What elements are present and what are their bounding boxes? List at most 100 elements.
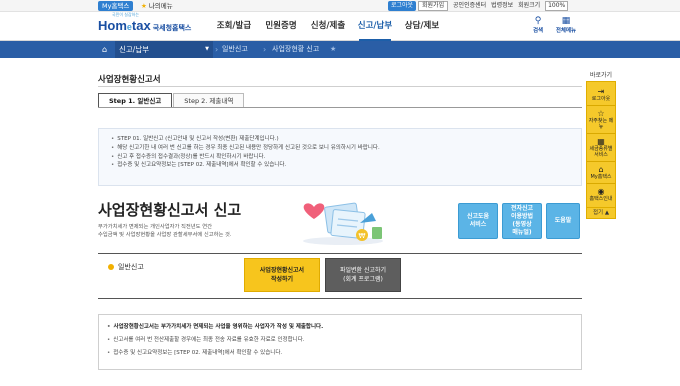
note-item: 접수증 및 신고요약정보는 [STEP 02. 제출내역]에서 확인할 수 있습… (107, 347, 573, 360)
file-convert-label-1: 파일변환 신고하기 (339, 267, 387, 274)
quick-frequent-menu[interactable]: ☆ 자주찾는 메뉴 (587, 106, 615, 134)
video-manual-button[interactable]: 전자신고 이용방법 (동영상 매뉴얼) (502, 203, 542, 239)
file-convert-report-button[interactable]: 파일변환 신고하기 (회계 프로그램) (325, 258, 401, 292)
logo-slogan: 국민이 실감하는 (112, 12, 140, 17)
breadcrumb-main-select[interactable]: 신고/납부 ▼ (115, 41, 213, 58)
signup-button[interactable]: 회원가입 (418, 1, 449, 11)
write-report-button[interactable]: 사업장현황신고서작성하기 (244, 258, 320, 292)
title-divider (98, 86, 582, 87)
nav-civil-cert[interactable]: 민원증명 (259, 12, 303, 41)
quick-logout-label: 로그아웃 (591, 96, 611, 102)
guide-service-label-1: 신고도움 (466, 213, 490, 220)
notice-item: STEP 01. 일반신고 (신고안내 및 신고서 작성(변환) 제출단계입니다… (111, 135, 569, 144)
quick-links-panel: 바로가기 ⇥ 로그아웃 ☆ 자주찾는 메뉴 ▦ 세금종류별 서비스 ⌂ My홈택스 ◉ 홈… (586, 70, 616, 219)
breadcrumb-separator-icon: › (263, 45, 267, 54)
write-report-label-2: 작성하기 (270, 276, 294, 283)
quick-my-hometax[interactable]: ⌂ My홈택스 (587, 162, 615, 184)
breadcrumb: ⌂ 신고/납부 ▼ › 일반신고 › 사업장현황 신고 ★ (0, 41, 680, 58)
video-manual-label-3: (동영상 (512, 221, 532, 228)
quick-close-label: 접기 (592, 210, 604, 216)
logo-text-hom: Hom (98, 18, 127, 33)
law-info-link[interactable]: 법령정보 (491, 2, 513, 9)
note-item: 사업장현황신고서는 부가가치세가 면제되는 사업을 영위하는 사업자가 작성 및… (107, 321, 573, 334)
top-right-links: 로그아웃 회원가입 공인인증센터 법령정보 회원크기 100% (388, 1, 569, 11)
nav-report-pay[interactable]: 신고/납부 (353, 12, 397, 41)
filing-label: 일반신고 (108, 262, 144, 272)
logout-icon: ⇥ (597, 87, 605, 96)
tab-step1-general[interactable]: Step 1. 일반신고 (98, 93, 173, 108)
quick-frequent-label: 자주찾는 메뉴 (588, 118, 614, 130)
my-menu-label: 나의메뉴 (148, 2, 173, 10)
nav-consult-report[interactable]: 상담/제보 (400, 12, 444, 41)
star-icon: ★ (141, 2, 147, 10)
star-icon: ☆ (597, 109, 605, 118)
notice-item: 해당 신고기한 내 여러 번 신고를 하는 경우 최종 신고된 내용만 정당하게… (111, 144, 569, 153)
video-manual-label-2: 이용방법 (510, 213, 534, 220)
chevron-up-icon: ▲ (604, 210, 610, 216)
file-convert-label-2: (회계 프로그램) (343, 276, 383, 283)
notice-box: STEP 01. 일반신고 (신고안내 및 신고서 작성(변환) 제출단계입니다… (98, 128, 582, 186)
quick-tax-services[interactable]: ▦ 세금종류별 서비스 (587, 134, 615, 162)
quick-links-title: 바로가기 (589, 72, 613, 79)
svg-text:₩: ₩ (359, 232, 366, 240)
zoom-control[interactable]: 100% (545, 1, 569, 11)
write-report-label-1: 사업장현황신고서 (259, 267, 305, 274)
search-button[interactable]: ⚲ 검색 (525, 16, 551, 34)
quick-close-button[interactable]: 접기 ▲ (586, 208, 616, 219)
video-manual-label-4: 매뉴얼) (512, 229, 532, 236)
banner-description: 부가가치세가 면제되는 개인사업자가 직전년도 연간 수입금액 및 사업장현황을… (98, 223, 232, 239)
bottom-notes: 사업장현황신고서는 부가가치세가 면제되는 사업을 영위하는 사업자가 작성 및… (98, 314, 582, 370)
hometax-logo[interactable]: 국민이 실감하는 Hometax 국세청홈택스 (98, 12, 192, 33)
quick-links-box: ⇥ 로그아웃 ☆ 자주찾는 메뉴 ▦ 세금종류별 서비스 ⌂ My홈택스 ◉ 홈택스인내 (586, 81, 616, 208)
member-size-link[interactable]: 회원크기 (518, 2, 540, 9)
note-item: 신고서를 여러 번 전산제출할 경우에는 최종 전송 자료를 유효한 자료로 인… (107, 334, 573, 347)
cert-center-link[interactable]: 공인인증센터 (453, 2, 486, 9)
guide-service-label-2: 서비스 (469, 221, 487, 228)
nav-apply-submit[interactable]: 신청/제출 (306, 12, 350, 41)
logo-subtitle: 국세청홈택스 (152, 24, 192, 32)
video-manual-label-1: 전자신고 (510, 205, 534, 212)
banner-desc-line1: 부가가치세가 면제되는 개인사업자가 직전년도 연간 (98, 224, 212, 230)
breadcrumb-separator-icon: › (215, 45, 219, 54)
report-banner: 사업장현황신고서 신고 부가가치세가 면제되는 개인사업자가 직전년도 연간 수… (98, 195, 582, 251)
top-utility-bar: My홈택스 ★ 나의메뉴 로그아웃 회원가입 공인인증센터 법령정보 회원크기 1… (0, 0, 680, 12)
breadcrumb-main-label: 신고/납부 (119, 45, 150, 54)
banner-title: 사업장현황신고서 신고 (98, 201, 242, 219)
notice-item: 신고 후 접수증의 접수결과(정상)를 반드시 확인하시기 바랍니다. (111, 153, 569, 162)
favorite-star-icon[interactable]: ★ (330, 41, 336, 58)
chevron-down-icon: ▼ (205, 46, 209, 52)
all-menu-label: 전체메뉴 (555, 28, 577, 34)
filing-row: 일반신고 사업장현황신고서작성하기 파일변환 신고하기 (회계 프로그램) (98, 253, 582, 299)
main-nav: 조회/발급 민원증명 신청/제출 신고/납부 상담/제보 (212, 12, 447, 41)
step-tabs: Step 1. 일반신고 Step 2. 제출내역 (98, 93, 245, 108)
tab-step2-submissions[interactable]: Step 2. 제출내역 (173, 93, 245, 108)
guide-service-button[interactable]: 신고도움 서비스 (458, 203, 498, 239)
quick-guide-label: 홈택스인내 (589, 196, 613, 202)
home-icon[interactable]: ⌂ (98, 43, 111, 56)
nav-inquiry-issue[interactable]: 조회/발급 (212, 12, 256, 41)
breadcrumb-general-report[interactable]: 일반신고 (222, 41, 248, 58)
notice-item: 접수증 및 신고요약정보는 [STEP 02. 제출내역]에서 확인할 수 있습… (111, 161, 569, 170)
bullet-icon (108, 264, 114, 270)
logout-button[interactable]: 로그아웃 (388, 1, 417, 11)
info-icon: ◉ (597, 187, 605, 196)
tab-underline (98, 107, 582, 108)
all-menu-button[interactable]: ▦ 전체메뉴 (553, 16, 579, 34)
my-menu-link[interactable]: ★ 나의메뉴 (141, 1, 173, 11)
page-title: 사업장현황신고서 (98, 75, 161, 85)
breadcrumb-business-report[interactable]: 사업장현황 신고 (272, 41, 319, 58)
help-button[interactable]: 도움말 (546, 203, 580, 239)
quick-hometax-guide[interactable]: ◉ 홈택스인내 (587, 184, 615, 205)
my-hometax-tab[interactable]: My홈택스 (98, 1, 134, 11)
grid-icon: ▦ (561, 16, 571, 26)
quick-tax-label: 세금종류별 서비스 (589, 146, 613, 158)
search-icon: ⚲ (534, 16, 542, 26)
quick-my-label: My홈택스 (590, 174, 612, 180)
documents-illustration-icon: ₩ (303, 202, 383, 245)
filing-label-text: 일반신고 (118, 263, 144, 271)
house-icon: ⌂ (598, 165, 604, 174)
tax-service-icon: ▦ (597, 137, 605, 146)
search-label: 검색 (532, 28, 544, 34)
banner-desc-line2: 수입금액 및 사업장현황을 사업장 관할세무서에 신고하는 것. (98, 232, 232, 238)
quick-logout[interactable]: ⇥ 로그아웃 (587, 84, 615, 106)
